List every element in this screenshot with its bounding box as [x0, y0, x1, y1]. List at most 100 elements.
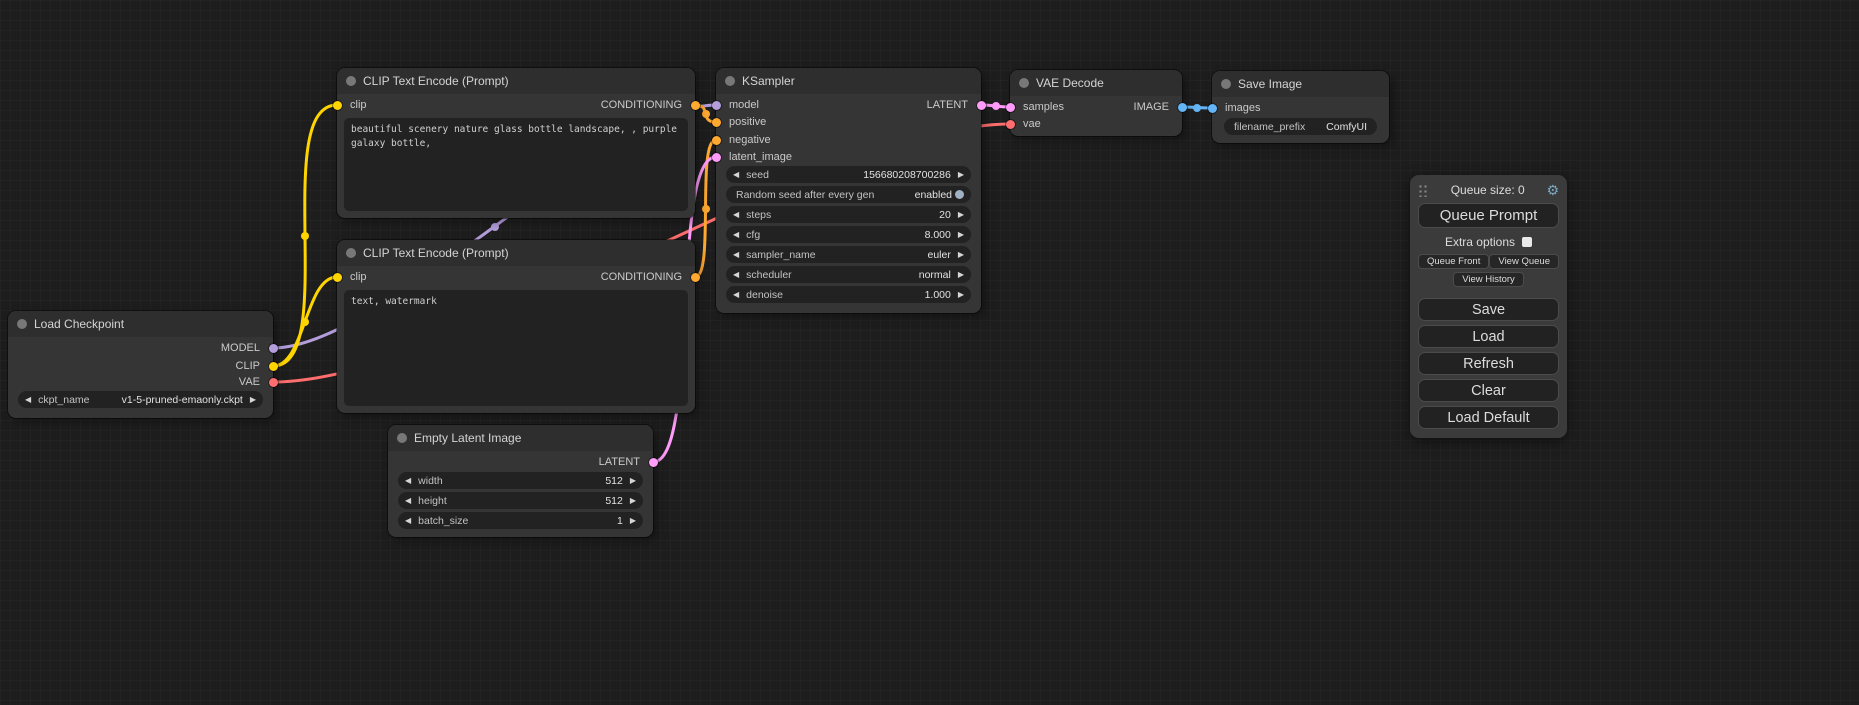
- widget-value: 512: [605, 495, 623, 507]
- menu-header: Queue size: 0 ⚙: [1418, 182, 1559, 198]
- view-queue-button[interactable]: View Queue: [1489, 254, 1559, 269]
- increment-icon[interactable]: ▶: [630, 497, 636, 505]
- node-collapse-icon[interactable]: [346, 248, 356, 258]
- image-output-port[interactable]: [1178, 103, 1187, 112]
- increment-icon[interactable]: ▶: [958, 291, 964, 299]
- decrement-icon[interactable]: ◀: [733, 211, 739, 219]
- vae-input-port[interactable]: [1006, 120, 1015, 129]
- latent-image-input-port[interactable]: [712, 153, 721, 162]
- steps-widget[interactable]: ◀ steps 20 ▶: [726, 206, 971, 223]
- wire-clip-positive: [273, 105, 337, 366]
- node-empty-latent-image[interactable]: Empty Latent Image LATENT ◀ width 512 ▶ …: [388, 425, 653, 537]
- decrement-icon[interactable]: ◀: [733, 251, 739, 259]
- node-ksampler[interactable]: KSampler model LATENT positive negative …: [716, 68, 981, 313]
- prev-value-icon[interactable]: ◀: [25, 396, 31, 404]
- node-save-image[interactable]: Save Image images filename_prefix ComfyU…: [1212, 71, 1389, 143]
- load-checkpoint-titlebar[interactable]: Load Checkpoint: [8, 311, 273, 337]
- load-button[interactable]: Load: [1418, 325, 1559, 348]
- node-title: KSampler: [742, 74, 795, 88]
- clip-output-port[interactable]: [269, 362, 278, 371]
- conditioning-output-port[interactable]: [691, 273, 700, 282]
- denoise-widget[interactable]: ◀ denoise 1.000 ▶: [726, 286, 971, 303]
- increment-icon[interactable]: ▶: [958, 231, 964, 239]
- widget-name: width: [418, 475, 443, 487]
- clip-encode-titlebar[interactable]: CLIP Text Encode (Prompt): [337, 240, 695, 266]
- settings-gear-icon[interactable]: ⚙: [1546, 183, 1559, 197]
- decrement-icon[interactable]: ◀: [405, 517, 411, 525]
- output-slot-conditioning: CONDITIONING: [337, 98, 695, 112]
- conditioning-output-port[interactable]: [691, 101, 700, 110]
- node-collapse-icon[interactable]: [725, 76, 735, 86]
- increment-icon[interactable]: ▶: [958, 171, 964, 179]
- decrement-icon[interactable]: ◀: [733, 291, 739, 299]
- node-clip-text-encode-positive[interactable]: CLIP Text Encode (Prompt) clip CONDITION…: [337, 68, 695, 218]
- output-slot-vae: VAE: [8, 375, 273, 389]
- extra-options-checkbox[interactable]: [1522, 237, 1532, 247]
- increment-icon[interactable]: ▶: [630, 477, 636, 485]
- negative-prompt-textarea[interactable]: text, watermark: [344, 290, 688, 406]
- scheduler-widget[interactable]: ◀ scheduler normal ▶: [726, 266, 971, 283]
- output-slot-latent: LATENT: [388, 455, 653, 469]
- increment-icon[interactable]: ▶: [630, 517, 636, 525]
- slot-label: LATENT: [927, 99, 968, 111]
- vae-output-port[interactable]: [269, 378, 278, 387]
- decrement-icon[interactable]: ◀: [733, 271, 739, 279]
- positive-prompt-textarea[interactable]: beautiful scenery nature glass bottle la…: [344, 118, 688, 211]
- node-collapse-icon[interactable]: [1019, 78, 1029, 88]
- link-midpoint-dot: [1193, 104, 1201, 112]
- ksampler-titlebar[interactable]: KSampler: [716, 68, 981, 94]
- next-value-icon[interactable]: ▶: [250, 396, 256, 404]
- save-image-titlebar[interactable]: Save Image: [1212, 71, 1389, 97]
- queue-front-button[interactable]: Queue Front: [1418, 254, 1489, 269]
- node-collapse-icon[interactable]: [346, 76, 356, 86]
- toggle-indicator-icon[interactable]: [955, 190, 964, 199]
- node-collapse-icon[interactable]: [17, 319, 27, 329]
- ckpt-name-widget[interactable]: ◀ ckpt_name v1-5-pruned-emaonly.ckpt ▶: [18, 391, 263, 408]
- node-collapse-icon[interactable]: [1221, 79, 1231, 89]
- seed-widget[interactable]: ◀ seed 156680208700286 ▶: [726, 166, 971, 183]
- decrement-icon[interactable]: ◀: [405, 477, 411, 485]
- cfg-widget[interactable]: ◀ cfg 8.000 ▶: [726, 226, 971, 243]
- load-default-button[interactable]: Load Default: [1418, 406, 1559, 429]
- latent-output-port[interactable]: [977, 101, 986, 110]
- node-vae-decode[interactable]: VAE Decode samples IMAGE vae: [1010, 70, 1182, 136]
- refresh-button[interactable]: Refresh: [1418, 352, 1559, 375]
- widget-name: height: [418, 495, 447, 507]
- widget-name: scheduler: [746, 269, 792, 281]
- latent-output-port[interactable]: [649, 458, 658, 467]
- node-title: Load Checkpoint: [34, 317, 124, 331]
- positive-input-port[interactable]: [712, 118, 721, 127]
- empty-latent-titlebar[interactable]: Empty Latent Image: [388, 425, 653, 451]
- width-widget[interactable]: ◀ width 512 ▶: [398, 472, 643, 489]
- output-slot-conditioning: CONDITIONING: [337, 270, 695, 284]
- filename-prefix-widget[interactable]: filename_prefix ComfyUI: [1224, 118, 1377, 135]
- increment-icon[interactable]: ▶: [958, 251, 964, 259]
- height-widget[interactable]: ◀ height 512 ▶: [398, 492, 643, 509]
- history-row: View History: [1418, 272, 1559, 287]
- queue-prompt-button[interactable]: Queue Prompt: [1418, 203, 1559, 228]
- clear-button[interactable]: Clear: [1418, 379, 1559, 402]
- increment-icon[interactable]: ▶: [958, 211, 964, 219]
- save-button[interactable]: Save: [1418, 298, 1559, 321]
- input-slot-negative: negative: [716, 133, 981, 147]
- negative-input-port[interactable]: [712, 136, 721, 145]
- random-seed-toggle-widget[interactable]: Random seed after every gen enabled: [726, 186, 971, 203]
- increment-icon[interactable]: ▶: [958, 271, 964, 279]
- slot-label: CONDITIONING: [601, 271, 682, 283]
- graph-canvas[interactable]: Load Checkpoint MODEL CLIP VAE ◀ ckpt_na…: [0, 0, 1859, 705]
- node-load-checkpoint[interactable]: Load Checkpoint MODEL CLIP VAE ◀ ckpt_na…: [8, 311, 273, 418]
- node-collapse-icon[interactable]: [397, 433, 407, 443]
- spacer: [1418, 287, 1559, 294]
- decrement-icon[interactable]: ◀: [733, 171, 739, 179]
- drag-handle-icon[interactable]: [1418, 184, 1429, 197]
- vae-decode-titlebar[interactable]: VAE Decode: [1010, 70, 1182, 96]
- images-input-port[interactable]: [1208, 104, 1217, 113]
- node-clip-text-encode-negative[interactable]: CLIP Text Encode (Prompt) clip CONDITION…: [337, 240, 695, 413]
- model-output-port[interactable]: [269, 344, 278, 353]
- decrement-icon[interactable]: ◀: [405, 497, 411, 505]
- sampler-name-widget[interactable]: ◀ sampler_name euler ▶: [726, 246, 971, 263]
- view-history-button[interactable]: View History: [1453, 272, 1524, 287]
- batch-size-widget[interactable]: ◀ batch_size 1 ▶: [398, 512, 643, 529]
- clip-encode-titlebar[interactable]: CLIP Text Encode (Prompt): [337, 68, 695, 94]
- decrement-icon[interactable]: ◀: [733, 231, 739, 239]
